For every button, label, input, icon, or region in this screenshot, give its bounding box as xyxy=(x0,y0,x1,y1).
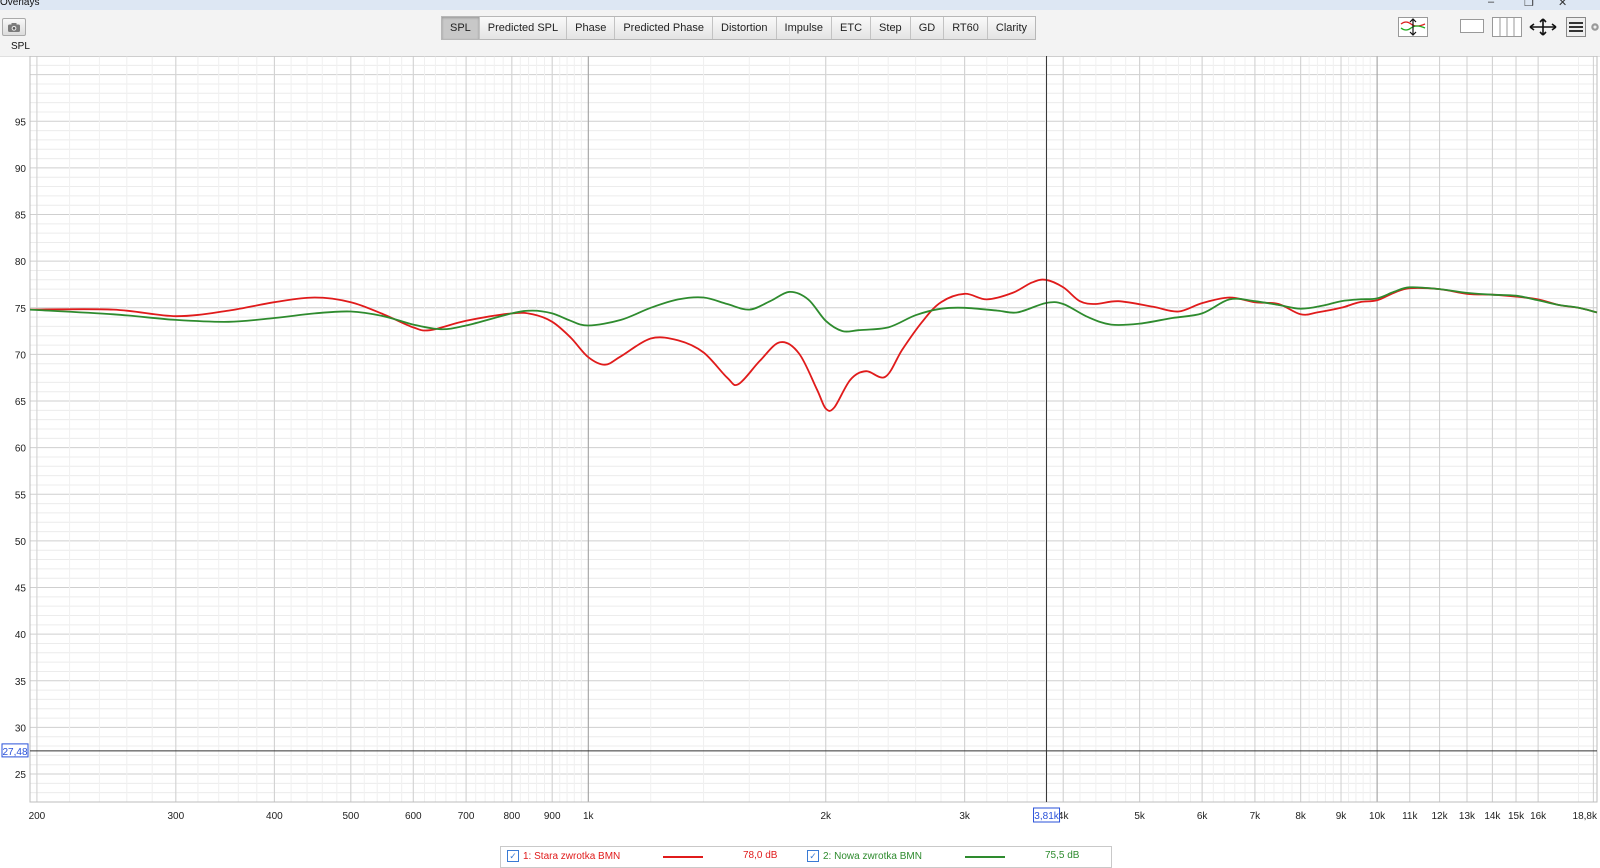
legend-item-1: ✓ 1: Stara zwrotka BMN xyxy=(507,850,620,862)
x-tick-label: 500 xyxy=(342,811,359,822)
tab-distortion[interactable]: Distortion xyxy=(713,17,777,39)
tab-spl[interactable]: SPL xyxy=(442,17,480,39)
x-tick-label: 11k xyxy=(1402,811,1418,822)
x-tick-label: 12k xyxy=(1432,811,1449,822)
window-title: Overlays xyxy=(0,0,40,8)
graph-tabs: SPL Predicted SPL Phase Predicted Phase … xyxy=(441,16,1037,40)
legend-checkbox-2[interactable]: ✓ xyxy=(807,850,819,862)
legend-series-name: 1: Stara zwrotka BMN xyxy=(523,850,621,862)
x-tick-label: 3k xyxy=(959,811,971,822)
y-tick-label: 55 xyxy=(15,490,27,501)
x-tick-label: 300 xyxy=(167,811,184,822)
single-view-icon[interactable] xyxy=(1460,17,1484,37)
tab-phase[interactable]: Phase xyxy=(567,17,616,39)
x-tick-label: 8k xyxy=(1295,811,1307,822)
x-tick-label: 800 xyxy=(503,811,520,822)
series-line-2 xyxy=(29,286,1598,333)
x-tick-label: 1k xyxy=(583,811,595,822)
y-tick-label: 90 xyxy=(15,164,27,175)
y-tick-label: 40 xyxy=(15,630,27,641)
x-tick-label: 5k xyxy=(1134,811,1146,822)
x-tick-label: 200 xyxy=(29,811,46,822)
tab-clarity[interactable]: Clarity xyxy=(988,17,1035,39)
x-tick-label: 13k xyxy=(1459,811,1476,822)
x-tick-label: 18,8k xyxy=(1573,811,1598,822)
y-tick-label: 50 xyxy=(15,537,27,548)
tab-rt60[interactable]: RT60 xyxy=(944,17,988,39)
cursor-x-readout: 3,81k xyxy=(1034,811,1059,822)
legend-swatch-green xyxy=(965,856,1005,858)
legend-swatch-red xyxy=(663,856,703,858)
legend-series-name: 2: Nowa zwrotka BMN xyxy=(823,850,922,862)
x-tick-label: 14k xyxy=(1484,811,1501,822)
tab-impulse[interactable]: Impulse xyxy=(777,17,833,39)
x-tick-label: 7k xyxy=(1250,811,1262,822)
x-tick-label: 16k xyxy=(1530,811,1547,822)
y-tick-label: 80 xyxy=(15,257,27,268)
controls-icon[interactable] xyxy=(1566,17,1586,37)
close-button[interactable]: ✕ xyxy=(1558,0,1567,9)
trace-arrange-icon[interactable] xyxy=(1398,17,1428,37)
y-tick-label: 35 xyxy=(15,677,27,688)
y-tick-label: 85 xyxy=(15,211,27,222)
tab-step[interactable]: Step xyxy=(871,17,911,39)
y-tick-label: 75 xyxy=(15,304,27,315)
pan-zoom-icon[interactable] xyxy=(1528,17,1558,37)
legend-value-label: 75,5 dB xyxy=(1045,850,1080,861)
x-tick-label: 9k xyxy=(1336,811,1348,822)
minimize-button[interactable]: – xyxy=(1488,0,1494,8)
window-titlebar: Overlays – ❐ ✕ xyxy=(0,0,1600,10)
multi-view-icon[interactable] xyxy=(1492,17,1522,37)
restore-button[interactable]: ❐ xyxy=(1524,0,1534,9)
y-tick-label: 45 xyxy=(15,584,27,595)
y-tick-label: 95 xyxy=(15,117,27,128)
x-tick-label: 700 xyxy=(458,811,475,822)
y-tick-label: 70 xyxy=(15,350,27,361)
camera-icon[interactable] xyxy=(2,18,26,36)
cursor-y-readout: 27,48 xyxy=(2,747,27,758)
tab-predicted-phase[interactable]: Predicted Phase xyxy=(615,17,714,39)
x-tick-label: 6k xyxy=(1197,811,1209,822)
x-tick-label: 15k xyxy=(1508,811,1525,822)
spl-chart[interactable]: 25 30 35 40 45 50 55 60 65 70 75 80 85 90 95 200 300 400 5… xyxy=(0,56,1600,846)
tab-gd[interactable]: GD xyxy=(911,17,945,39)
x-tick-label: 10k xyxy=(1369,811,1386,822)
legend-value-1: 78,0 dB xyxy=(743,850,777,861)
legend: ✓ 1: Stara zwrotka BMN 78,0 dB ✓ 2: Nowa… xyxy=(500,846,1112,868)
legend-checkbox-1[interactable]: ✓ xyxy=(507,850,519,862)
x-tick-label: 400 xyxy=(266,811,283,822)
legend-value-2: 75,5 dB xyxy=(1045,850,1079,861)
legend-item-2: ✓ 2: Nowa zwrotka BMN xyxy=(807,850,922,862)
x-tick-label: 2k xyxy=(820,811,832,822)
tab-etc[interactable]: ETC xyxy=(832,17,872,39)
x-tick-label: 600 xyxy=(405,811,422,822)
y-tick-label: 60 xyxy=(15,444,27,455)
settings-icon[interactable] xyxy=(1590,17,1600,37)
y-tick-label: 65 xyxy=(15,397,27,408)
y-tick-label: 30 xyxy=(15,723,27,734)
graph-name-label: SPL xyxy=(11,41,30,52)
legend-value-label: 78,0 dB xyxy=(743,850,778,861)
x-tick-label: 900 xyxy=(544,811,561,822)
y-tick-label: 25 xyxy=(15,770,27,781)
tab-predicted-spl[interactable]: Predicted SPL xyxy=(480,17,568,39)
